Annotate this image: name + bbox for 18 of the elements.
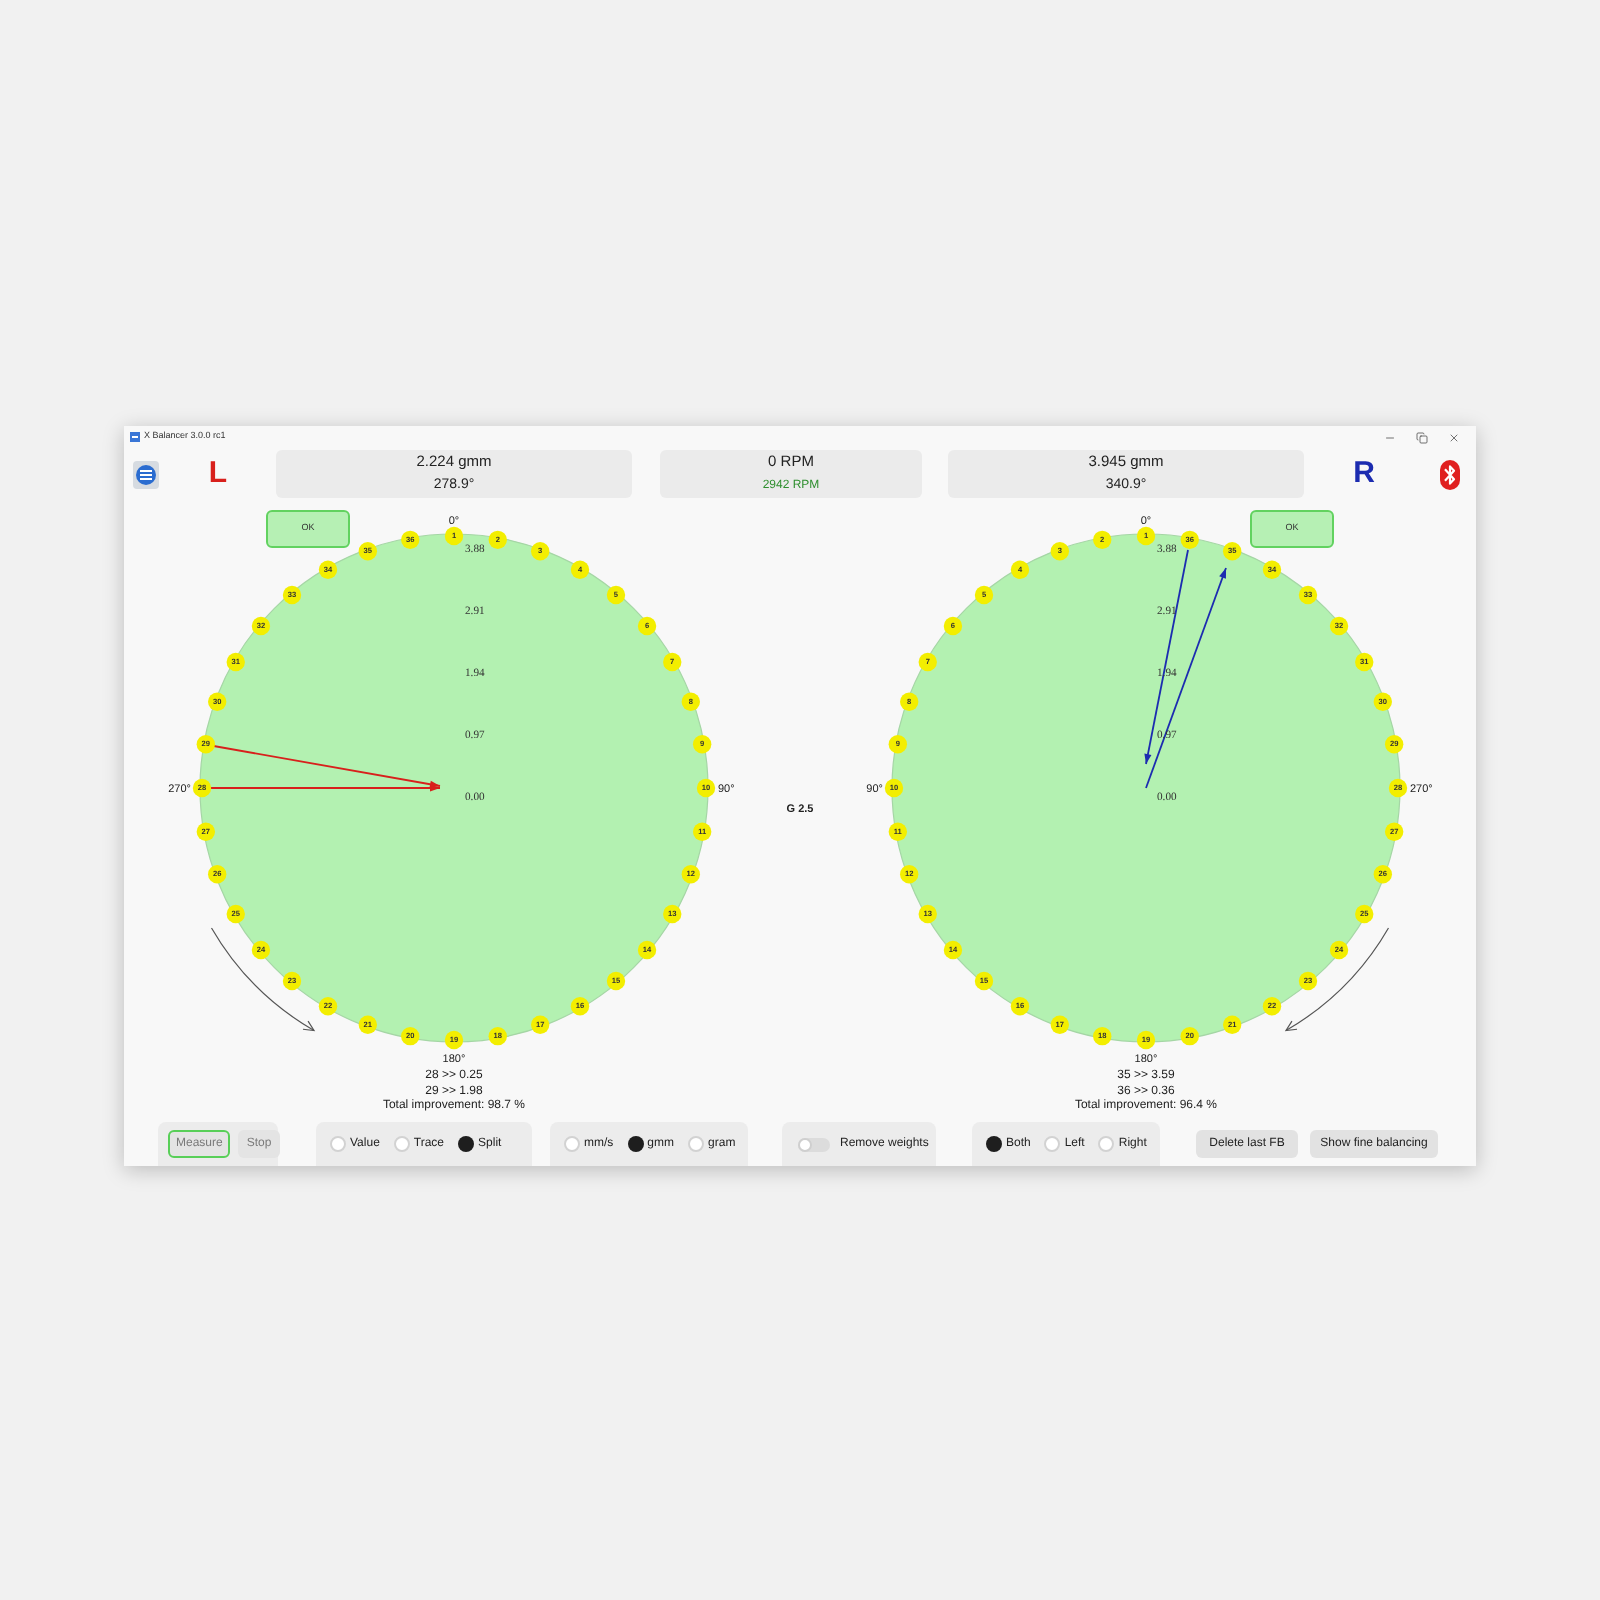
plane-letter: L [208,458,228,490]
app-icon [130,432,140,442]
close-icon[interactable] [1448,431,1460,443]
toggle-switch[interactable] [798,1137,830,1151]
plane-letter: R [1353,458,1375,490]
radio-button[interactable] [330,1136,346,1152]
radio-button[interactable] [627,1136,644,1152]
bluetooth-icon[interactable] [1440,459,1460,489]
menu-icon[interactable] [131,459,159,489]
radio-button[interactable] [1098,1136,1115,1152]
radio-button[interactable] [986,1136,1002,1152]
minimize-icon[interactable] [1384,431,1396,443]
radio-button[interactable] [393,1136,410,1152]
restore-icon[interactable] [1416,431,1428,443]
radio-button[interactable] [458,1136,475,1152]
radio-button[interactable] [688,1136,705,1152]
radio-button[interactable] [1044,1136,1061,1152]
radio-button[interactable] [564,1136,580,1152]
